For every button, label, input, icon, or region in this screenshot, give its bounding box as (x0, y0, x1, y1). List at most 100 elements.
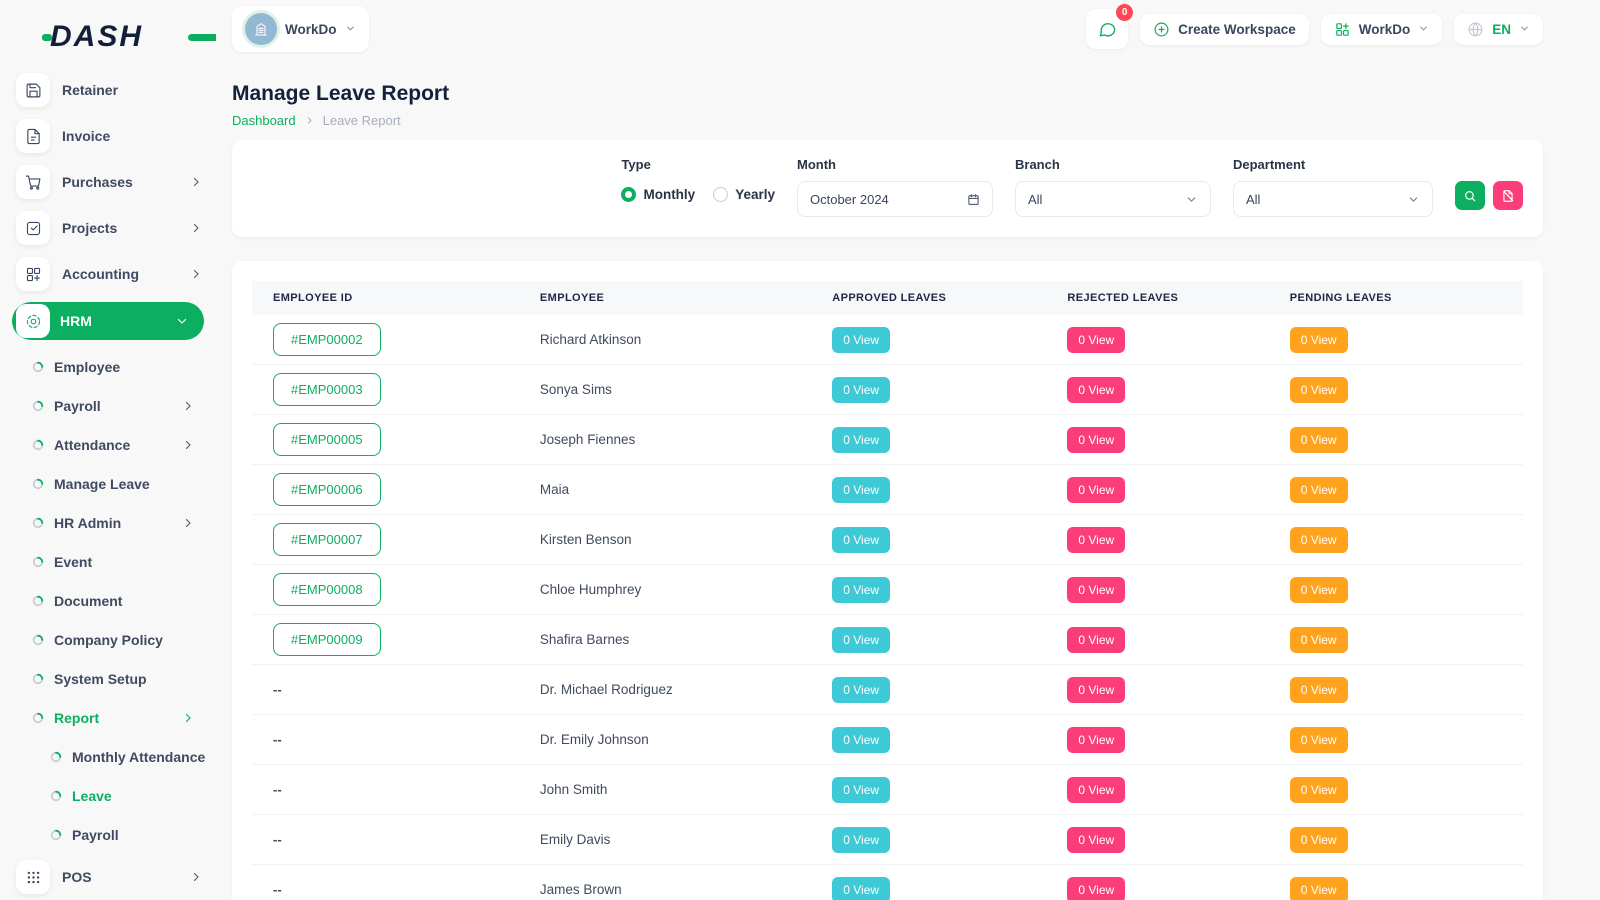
approved-leaves-view-badge[interactable]: 0 View (832, 877, 890, 900)
rejected-leaves-view-badge[interactable]: 0 View (1067, 727, 1125, 753)
sidebar-item-payroll[interactable]: Payroll (0, 391, 216, 421)
pending-leaves-cell: 0 View (1269, 677, 1523, 703)
department-value: All (1246, 192, 1260, 207)
app-menu-button[interactable]: WorkDo (1321, 14, 1443, 45)
employee-id-cell: #EMP00009 (252, 623, 519, 656)
pending-leaves-view-badge[interactable]: 0 View (1290, 427, 1348, 453)
sidebar-item-report[interactable]: Report (0, 703, 216, 733)
approved-leaves-view-badge[interactable]: 0 View (832, 827, 890, 853)
rejected-leaves-view-badge[interactable]: 0 View (1067, 377, 1125, 403)
approved-leaves-view-badge[interactable]: 0 View (832, 577, 890, 603)
radio-yearly[interactable]: Yearly (713, 187, 775, 202)
radio-yearly-label: Yearly (735, 187, 775, 202)
approved-leaves-view-badge[interactable]: 0 View (832, 627, 890, 653)
employee-id-button[interactable]: #EMP00006 (273, 473, 381, 506)
approved-leaves-view-badge[interactable]: 0 View (832, 777, 890, 803)
sidebar-item-manage-leave[interactable]: Manage Leave (0, 469, 216, 499)
branch-select[interactable]: All (1015, 181, 1211, 217)
breadcrumb-dashboard-link[interactable]: Dashboard (232, 113, 296, 128)
rejected-leaves-view-badge[interactable]: 0 View (1067, 827, 1125, 853)
approved-leaves-cell: 0 View (811, 377, 1046, 403)
sidebar-item-accounting[interactable]: Accounting (0, 256, 216, 292)
employee-name: Dr. Emily Johnson (540, 732, 649, 747)
approved-leaves-cell: 0 View (811, 727, 1046, 753)
sidebar-item-system-setup[interactable]: System Setup (0, 664, 216, 694)
pending-leaves-view-badge[interactable]: 0 View (1290, 677, 1348, 703)
invoice-icon (16, 119, 50, 153)
reset-filter-button[interactable] (1493, 181, 1523, 210)
brand-logo[interactable]: DASH (50, 20, 216, 54)
pending-leaves-view-badge[interactable]: 0 View (1290, 777, 1348, 803)
pending-leaves-view-badge[interactable]: 0 View (1290, 327, 1348, 353)
rejected-leaves-view-badge[interactable]: 0 View (1067, 477, 1125, 503)
workspace-switcher[interactable]: WorkDo (232, 6, 369, 52)
language-selector[interactable]: EN (1454, 14, 1543, 45)
pending-leaves-view-badge[interactable]: 0 View (1290, 577, 1348, 603)
approved-leaves-view-badge[interactable]: 0 View (832, 727, 890, 753)
pending-leaves-view-badge[interactable]: 0 View (1290, 827, 1348, 853)
sidebar-item-label: Accounting (62, 266, 190, 282)
employee-id-cell: #EMP00007 (252, 523, 519, 556)
table-header-row: EMPLOYEE IDEMPLOYEEAPPROVED LEAVESREJECT… (252, 281, 1523, 315)
sidebar-item-invoice[interactable]: Invoice (0, 118, 216, 154)
pending-leaves-view-badge[interactable]: 0 View (1290, 877, 1348, 900)
radio-monthly[interactable]: Monthly (621, 187, 695, 202)
language-code: EN (1492, 22, 1511, 37)
approved-leaves-cell: 0 View (811, 577, 1046, 603)
employee-id-button[interactable]: #EMP00008 (273, 573, 381, 606)
sidebar-item-hrm[interactable]: HRM (12, 302, 204, 340)
employee-name-cell: Joseph Fiennes (519, 431, 811, 449)
sidebar-item-employee[interactable]: Employee (0, 352, 216, 382)
rejected-leaves-view-badge[interactable]: 0 View (1067, 577, 1125, 603)
pending-leaves-view-badge[interactable]: 0 View (1290, 377, 1348, 403)
approved-leaves-view-badge[interactable]: 0 View (832, 677, 890, 703)
pending-leaves-view-badge[interactable]: 0 View (1290, 527, 1348, 553)
sidebar-item-pos[interactable]: POS (0, 859, 216, 895)
pending-leaves-view-badge[interactable]: 0 View (1290, 627, 1348, 653)
sidebar-item-hr-admin[interactable]: HR Admin (0, 508, 216, 538)
rejected-leaves-view-badge[interactable]: 0 View (1067, 327, 1125, 353)
sidebar-item-purchases[interactable]: Purchases (0, 164, 216, 200)
chevron-right-icon (190, 268, 202, 280)
pending-leaves-view-badge[interactable]: 0 View (1290, 477, 1348, 503)
sidebar-item-document[interactable]: Document (0, 586, 216, 616)
approved-leaves-view-badge[interactable]: 0 View (832, 427, 890, 453)
rejected-leaves-view-badge[interactable]: 0 View (1067, 877, 1125, 900)
rejected-leaves-view-badge[interactable]: 0 View (1067, 777, 1125, 803)
messages-button[interactable]: 0 (1086, 9, 1128, 49)
month-input[interactable]: October 2024 (797, 181, 993, 217)
approved-leaves-view-badge[interactable]: 0 View (832, 477, 890, 503)
employee-id-cell: -- (252, 831, 519, 849)
rejected-leaves-view-badge[interactable]: 0 View (1067, 677, 1125, 703)
employee-id-button[interactable]: #EMP00002 (273, 323, 381, 356)
sidebar-item-attendance[interactable]: Attendance (0, 430, 216, 460)
department-select[interactable]: All (1233, 181, 1433, 217)
create-workspace-button[interactable]: Create Workspace (1140, 14, 1309, 45)
branch-value: All (1028, 192, 1042, 207)
sidebar-item-retainer[interactable]: Retainer (0, 72, 216, 108)
approved-leaves-cell: 0 View (811, 327, 1046, 353)
sidebar-item-payroll[interactable]: Payroll (0, 820, 216, 850)
employee-id-button[interactable]: #EMP00005 (273, 423, 381, 456)
employee-id-button[interactable]: #EMP00009 (273, 623, 381, 656)
employee-id-button[interactable]: #EMP00003 (273, 373, 381, 406)
rejected-leaves-view-badge[interactable]: 0 View (1067, 527, 1125, 553)
sidebar-item-label: Attendance (54, 437, 182, 453)
sidebar-item-monthly-attendance[interactable]: Monthly Attendance (0, 742, 216, 772)
sidebar-item-projects[interactable]: Projects (0, 210, 216, 246)
rejected-leaves-view-badge[interactable]: 0 View (1067, 627, 1125, 653)
sidebar-item-leave[interactable]: Leave (0, 781, 216, 811)
create-workspace-label: Create Workspace (1178, 22, 1296, 37)
rejected-leaves-view-badge[interactable]: 0 View (1067, 427, 1125, 453)
approved-leaves-view-badge[interactable]: 0 View (832, 377, 890, 403)
sidebar-item-company-policy[interactable]: Company Policy (0, 625, 216, 655)
search-button[interactable] (1455, 181, 1485, 210)
approved-leaves-view-badge[interactable]: 0 View (832, 327, 890, 353)
branch-filter-group: Branch All (1015, 157, 1211, 217)
employee-id-button[interactable]: #EMP00007 (273, 523, 381, 556)
employee-name: Richard Atkinson (540, 332, 641, 347)
approved-leaves-view-badge[interactable]: 0 View (832, 527, 890, 553)
pending-leaves-view-badge[interactable]: 0 View (1290, 727, 1348, 753)
sidebar-item-event[interactable]: Event (0, 547, 216, 577)
pending-leaves-cell: 0 View (1269, 577, 1523, 603)
